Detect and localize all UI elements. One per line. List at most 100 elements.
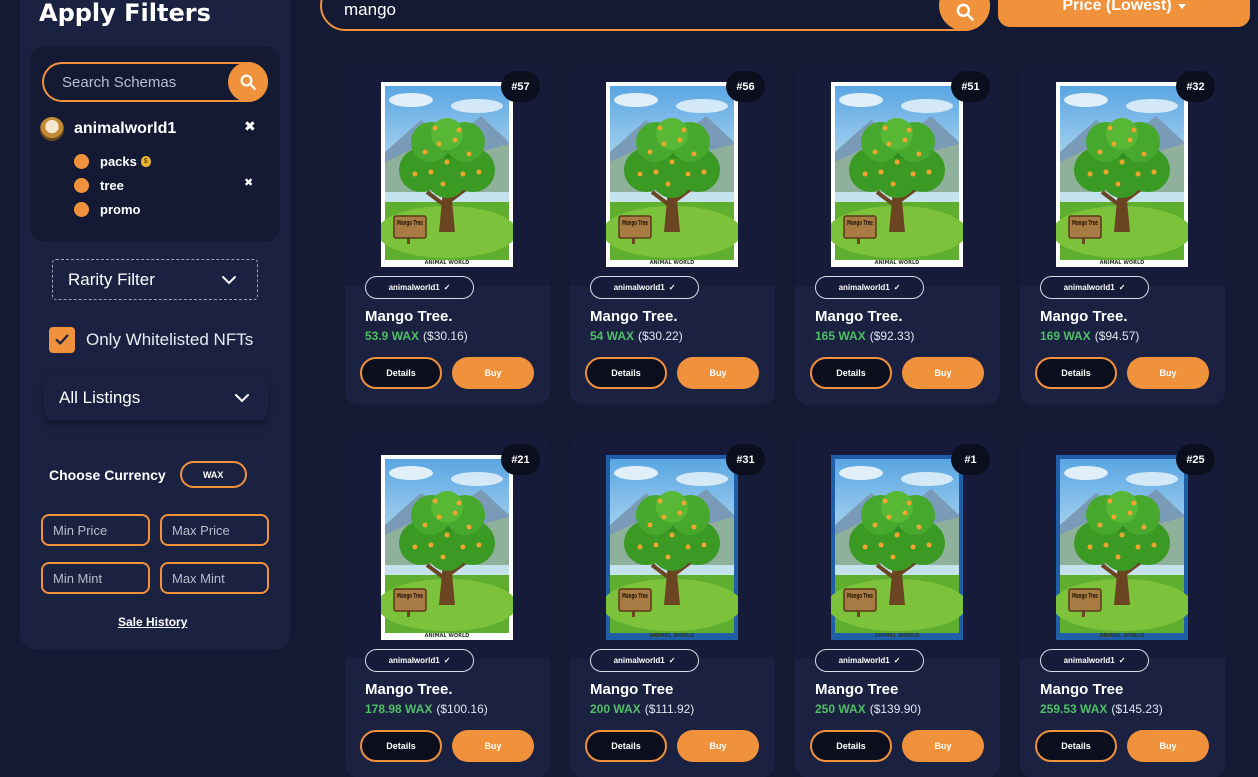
collection-tag[interactable]: animalworld1 ✓ bbox=[365, 649, 474, 672]
card-sign-text: Mango Tree bbox=[397, 592, 423, 600]
currency-row: Choose Currency WAX bbox=[49, 461, 247, 488]
min-mint-input[interactable] bbox=[43, 564, 148, 592]
sort-label: Price (Lowest) bbox=[1062, 0, 1172, 14]
nft-name: Mango Tree. bbox=[590, 308, 678, 325]
max-price-input[interactable] bbox=[162, 516, 267, 544]
nft-name: Mango Tree bbox=[590, 681, 674, 698]
buy-button[interactable]: Buy bbox=[677, 730, 759, 762]
nft-card[interactable]: Mango Tree ANIMAL WORLD #32 animalworld1… bbox=[1020, 62, 1225, 405]
collection-filter-animalworld1[interactable]: animalworld1 bbox=[36, 116, 272, 142]
whitelisted-checkbox[interactable] bbox=[49, 327, 75, 353]
mango-tree-nft-image: Mango Tree ANIMAL WORLD bbox=[381, 455, 513, 640]
nft-card[interactable]: Mango Tree ANIMAL WORLD #1 animalworld1 … bbox=[795, 435, 1000, 777]
collection-tag[interactable]: animalworld1 ✓ bbox=[815, 276, 924, 299]
details-button[interactable]: Details bbox=[1035, 730, 1117, 762]
details-button[interactable]: Details bbox=[1035, 357, 1117, 389]
mint-number-badge: #21 bbox=[501, 444, 540, 475]
min-price-field bbox=[41, 514, 150, 546]
rarity-filter-dropdown[interactable]: Rarity Filter bbox=[52, 259, 258, 300]
buy-button[interactable]: Buy bbox=[902, 730, 984, 762]
sidebar-title: Apply Filters bbox=[39, 0, 211, 27]
collection-avatar bbox=[40, 117, 64, 141]
card-sign-text: Mango Tree bbox=[622, 592, 648, 600]
whitelisted-toggle[interactable]: Only Whitelisted NFTs bbox=[49, 327, 253, 353]
whitelisted-label: Only Whitelisted NFTs bbox=[86, 330, 254, 349]
remove-collection-close-icon[interactable]: ✖ bbox=[244, 119, 256, 135]
card-footer-text: ANIMAL WORLD bbox=[650, 633, 695, 639]
collection-tag[interactable]: animalworld1 ✓ bbox=[590, 276, 699, 299]
nft-card[interactable]: Mango Tree ANIMAL WORLD #56 animalworld1… bbox=[570, 62, 775, 405]
schema-search-input[interactable] bbox=[52, 70, 222, 94]
collection-tag[interactable]: animalworld1 ✓ bbox=[1040, 649, 1149, 672]
listings-dropdown[interactable]: All Listings bbox=[44, 376, 268, 420]
chevron-down-icon bbox=[235, 394, 249, 403]
buy-button[interactable]: Buy bbox=[452, 730, 534, 762]
schema-dot bbox=[74, 153, 89, 169]
buy-button[interactable]: Buy bbox=[1127, 357, 1209, 389]
verified-check-icon: ✓ bbox=[443, 656, 451, 665]
schema-label: tree bbox=[100, 177, 124, 193]
nft-card[interactable]: Mango Tree ANIMAL WORLD #31 animalworld1… bbox=[570, 435, 775, 777]
collection-tag[interactable]: animalworld1 ✓ bbox=[1040, 276, 1149, 299]
details-button[interactable]: Details bbox=[810, 730, 892, 762]
card-sign-text: Mango Tree bbox=[622, 219, 648, 227]
currency-label: Choose Currency bbox=[49, 466, 166, 483]
card-image-area: Mango Tree ANIMAL WORLD #25 bbox=[1020, 435, 1225, 659]
price-wax: 54 WAX bbox=[590, 329, 635, 343]
buy-button[interactable]: Buy bbox=[452, 357, 534, 389]
schema-dot bbox=[74, 201, 89, 217]
mint-number-badge: #51 bbox=[951, 71, 990, 102]
min-price-input[interactable] bbox=[43, 516, 148, 544]
collection-tag-label: animalworld1 bbox=[613, 283, 665, 292]
rarity-filter-label: Rarity Filter bbox=[68, 269, 155, 289]
currency-select[interactable]: WAX bbox=[179, 461, 247, 488]
min-mint-field bbox=[41, 562, 150, 594]
nft-price: 53.9 WAX ($30.16) bbox=[365, 329, 468, 343]
price-usd: ($94.57) bbox=[1094, 329, 1140, 343]
buy-button[interactable]: Buy bbox=[677, 357, 759, 389]
details-button[interactable]: Details bbox=[360, 730, 442, 762]
card-image-area: Mango Tree ANIMAL WORLD #1 bbox=[795, 435, 1000, 659]
main-search-button[interactable] bbox=[939, 0, 990, 31]
buy-button[interactable]: Buy bbox=[902, 357, 984, 389]
nft-card[interactable]: Mango Tree ANIMAL WORLD #57 animalworld1… bbox=[345, 62, 550, 405]
price-wax: 200 WAX bbox=[590, 702, 641, 716]
main-search-input[interactable] bbox=[344, 0, 904, 22]
collection-tag[interactable]: animalworld1 ✓ bbox=[815, 649, 924, 672]
coin-icon: $ bbox=[140, 155, 151, 167]
collection-tag-label: animalworld1 bbox=[1063, 656, 1115, 665]
schema-search-button[interactable] bbox=[228, 62, 268, 102]
chevron-down-icon bbox=[222, 276, 236, 285]
nft-price: 178.98 WAX ($100.16) bbox=[365, 702, 488, 716]
schema-filter-box: animalworld1 ✖ packs $ tree ✖ promo bbox=[30, 46, 280, 242]
details-button[interactable]: Details bbox=[360, 357, 442, 389]
price-wax: 169 WAX bbox=[1040, 329, 1091, 343]
details-button[interactable]: Details bbox=[585, 730, 667, 762]
card-image-area: Mango Tree ANIMAL WORLD #21 bbox=[345, 435, 550, 659]
buy-button[interactable]: Buy bbox=[1127, 730, 1209, 762]
sort-dropdown[interactable]: Price (Lowest) bbox=[998, 0, 1250, 27]
sale-history-link[interactable]: Sale History bbox=[118, 615, 187, 629]
verified-check-icon: ✓ bbox=[1118, 656, 1126, 665]
collection-tag[interactable]: animalworld1 ✓ bbox=[590, 649, 699, 672]
collection-tag-label: animalworld1 bbox=[1063, 283, 1115, 292]
remove-schema-close-icon[interactable]: ✖ bbox=[244, 176, 253, 189]
nft-card[interactable]: Mango Tree ANIMAL WORLD #25 animalworld1… bbox=[1020, 435, 1225, 777]
card-sign-text: Mango Tree bbox=[847, 592, 873, 600]
schema-item-tree[interactable]: tree bbox=[74, 176, 124, 194]
collection-tag[interactable]: animalworld1 ✓ bbox=[365, 276, 474, 299]
price-wax: 165 WAX bbox=[815, 329, 866, 343]
details-button[interactable]: Details bbox=[585, 357, 667, 389]
nft-price: 200 WAX ($111.92) bbox=[590, 702, 694, 716]
max-mint-input[interactable] bbox=[162, 564, 267, 592]
card-footer-text: ANIMAL WORLD bbox=[1100, 260, 1145, 266]
max-mint-field bbox=[160, 562, 269, 594]
caret-down-icon bbox=[1177, 3, 1186, 9]
schema-item-packs[interactable]: packs $ bbox=[74, 152, 151, 170]
search-icon bbox=[240, 74, 256, 90]
nft-card[interactable]: Mango Tree ANIMAL WORLD #51 animalworld1… bbox=[795, 62, 1000, 405]
details-button[interactable]: Details bbox=[810, 357, 892, 389]
nft-card[interactable]: Mango Tree ANIMAL WORLD #21 animalworld1… bbox=[345, 435, 550, 777]
nft-price: 169 WAX ($94.57) bbox=[1040, 329, 1139, 343]
schema-item-promo[interactable]: promo bbox=[74, 200, 140, 218]
